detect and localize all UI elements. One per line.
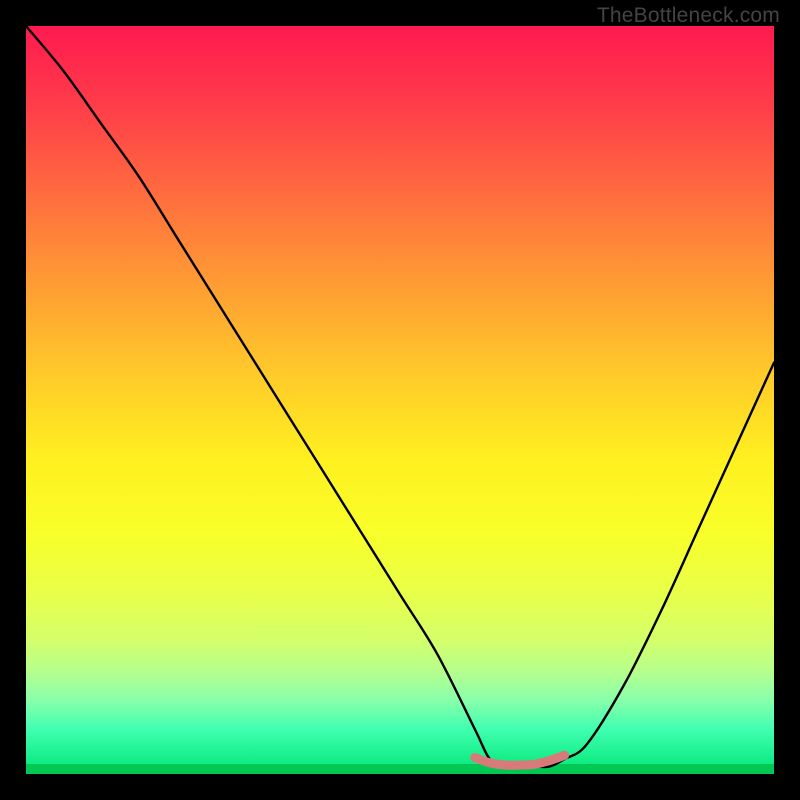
bottleneck-curve bbox=[26, 26, 774, 767]
watermark-text: TheBottleneck.com bbox=[597, 4, 780, 28]
chart-frame: TheBottleneck.com bbox=[0, 0, 800, 800]
curve-svg bbox=[26, 26, 774, 774]
plot-area bbox=[26, 26, 774, 774]
